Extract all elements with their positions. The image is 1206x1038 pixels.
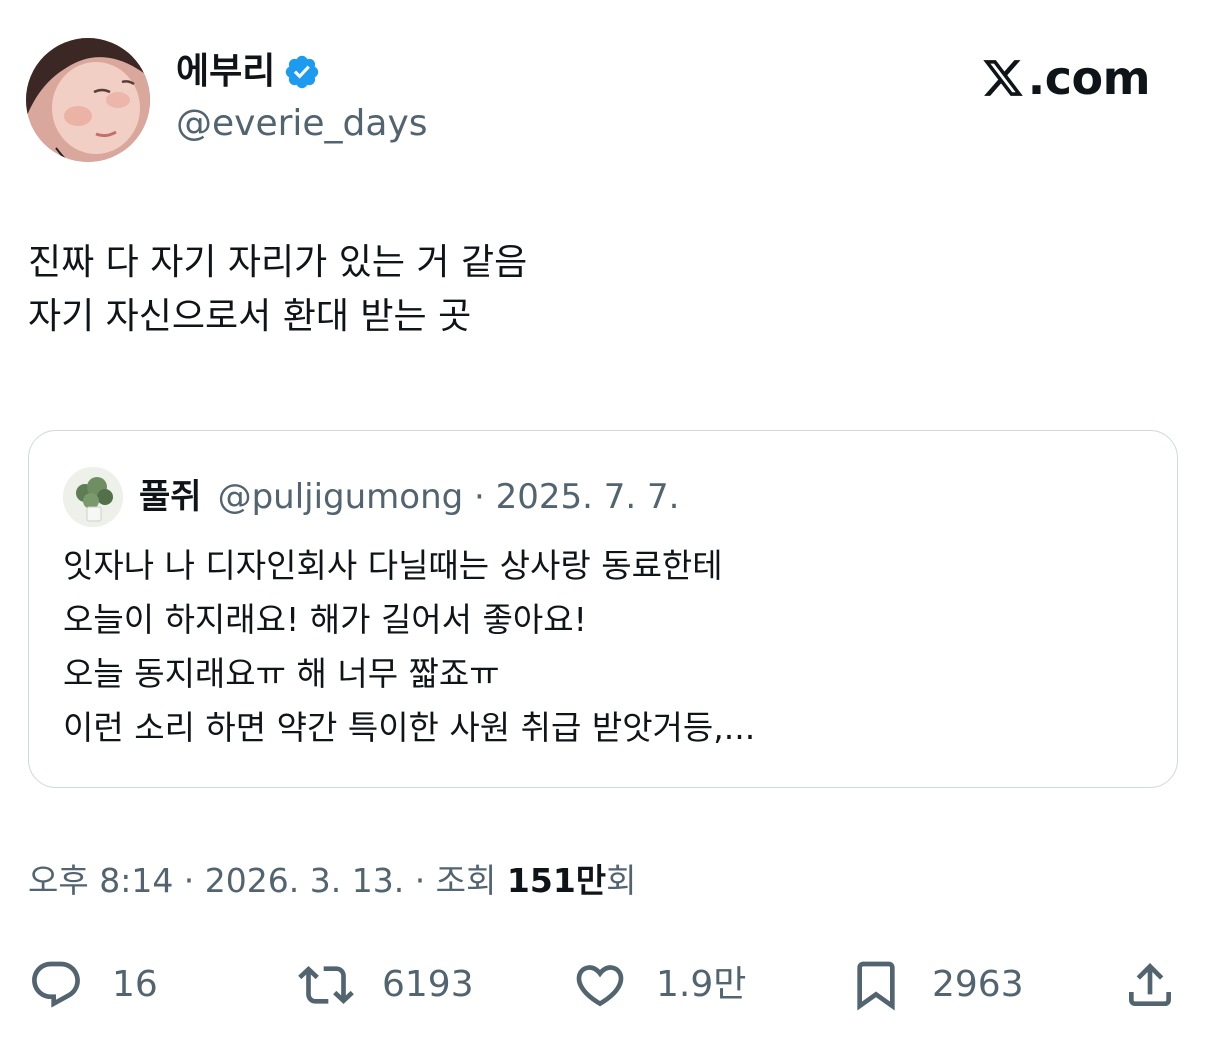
quoted-tweet-card[interactable]: 풀쥐 @puljigumong · 2025. 7. 7. 잇자나 나 디자인회… [28, 430, 1178, 788]
quoted-tweet-text: 잇자나 나 디자인회사 다닐때는 상사랑 동료한테 오늘이 하지래요! 해가 길… [63, 539, 755, 755]
reply-button[interactable]: 16 [28, 952, 158, 1018]
brand-domain: .com [1027, 51, 1151, 105]
retweet-button[interactable]: 6193 [298, 952, 474, 1018]
quoted-line: 잇자나 나 디자인회사 다닐때는 상사랑 동료한테 [63, 546, 723, 585]
views-count: 151만 [506, 861, 607, 900]
author-avatar[interactable] [26, 38, 150, 162]
quoted-line: 오늘이 하지래요! 해가 길어서 좋아요! [63, 600, 587, 639]
quoted-author-name: 풀쥐 [139, 477, 202, 517]
quoted-author-handle-date: @puljigumong · 2025. 7. 7. [217, 477, 680, 517]
action-bar: 16 6193 1.9만 2963 [28, 952, 1178, 1018]
quoted-line: 오늘 동지래요ㅠ 해 너무 짧죠ㅠ [63, 654, 500, 693]
share-button[interactable] [1122, 952, 1178, 1018]
tweet-text: 진짜 다 자기 자리가 있는 거 같음 자기 자신으로서 환대 받는 곳 [28, 236, 527, 344]
x-logo-icon [983, 60, 1023, 96]
share-icon [1129, 963, 1171, 1006]
tweet-timestamp[interactable]: 오후 8:14 · 2026. 3. 13. · 조회 [28, 861, 507, 900]
tweet-line: 진짜 다 자기 자리가 있는 거 같음 [28, 242, 528, 283]
quoted-author-avatar [63, 467, 123, 527]
brand-logo: .com [980, 50, 1151, 106]
tweet-screenshot: 에부리 @everie_days .com 진짜 다 자기 자리가 있는 거 같… [0, 0, 1206, 1038]
reply-count: 16 [112, 964, 158, 1005]
views-suffix: 회 [606, 861, 637, 900]
bookmark-button[interactable]: 2963 [848, 952, 1024, 1018]
quoted-line: 이런 소리 하면 약간 특이한 사원 취급 받앗거등,... [63, 708, 756, 747]
quoted-tweet-header: 풀쥐 @puljigumong · 2025. 7. 7. [63, 467, 679, 527]
retweet-icon [298, 966, 354, 1004]
avatar-photo-icon [26, 38, 150, 162]
verified-badge-icon [286, 55, 319, 89]
reply-icon [32, 961, 80, 1008]
bookmark-icon [857, 961, 895, 1011]
author-handle[interactable]: @everie_days [176, 102, 428, 146]
bookmark-count: 2963 [932, 964, 1024, 1005]
like-count: 1.9만 [656, 964, 747, 1005]
tweet-meta: 오후 8:14 · 2026. 3. 13. · 조회 151만회 [28, 856, 637, 906]
tweet-line: 자기 자신으로서 환대 받는 곳 [28, 296, 472, 337]
heart-icon [576, 965, 624, 1007]
author-display-name[interactable]: 에부리 [176, 50, 275, 94]
retweet-count: 6193 [382, 964, 474, 1005]
author-name-row[interactable]: 에부리 [176, 50, 321, 94]
like-button[interactable]: 1.9만 [572, 952, 746, 1018]
plant-photo-icon [63, 467, 123, 527]
